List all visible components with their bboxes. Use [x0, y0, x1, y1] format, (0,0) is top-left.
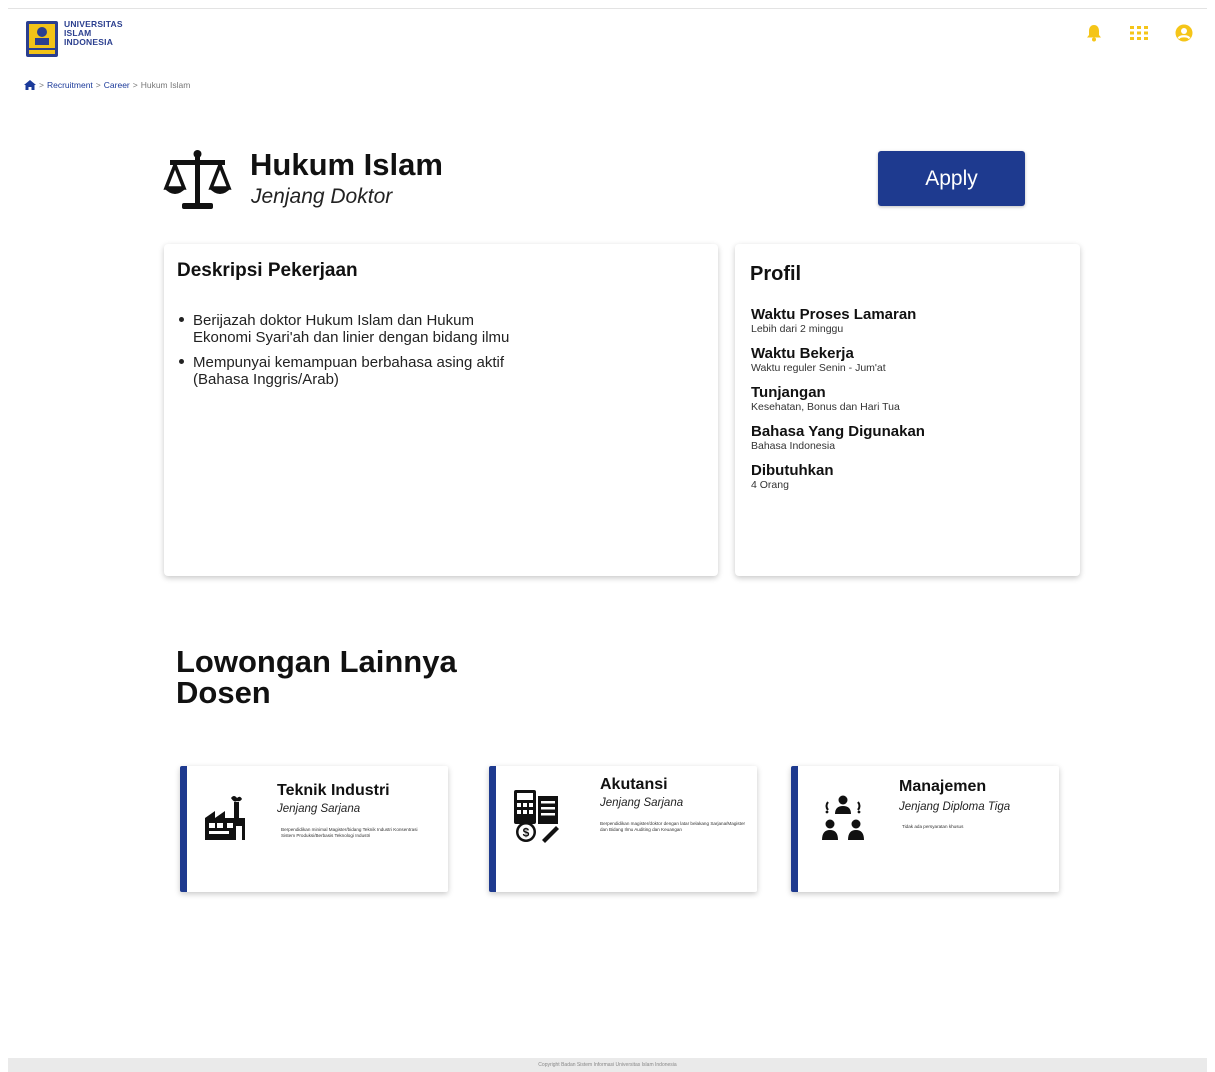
university-name: UNIVERSITAS ISLAM INDONESIA — [64, 20, 123, 47]
vacancy-level: Jenjang Sarjana — [277, 803, 361, 815]
profile-heading: Profil — [750, 263, 802, 285]
footer: Copyright Badan Sistem Informasi Univers… — [8, 1058, 1207, 1072]
breadcrumb-separator: > — [95, 80, 101, 90]
breadcrumb: > Recruitment > Career > Hukum Islam — [24, 80, 190, 90]
calculator-document-icon: $ — [512, 788, 562, 843]
job-description-card: Deskripsi Pekerjaan Berijazah doktor Huk… — [164, 244, 718, 576]
breadcrumb-separator: > — [39, 80, 44, 90]
profile-item-label: Waktu Bekerja — [751, 345, 854, 362]
breadcrumb-separator: > — [132, 80, 138, 90]
svg-text:$: $ — [523, 826, 530, 840]
profile-item: Dibutuhkan 4 Orang — [751, 462, 1071, 492]
header-actions — [1060, 22, 1195, 44]
profile-item: Tunjangan Kesehatan, Bonus dan Hari Tua — [751, 384, 1071, 414]
profile-item-value: Bahasa Indonesia — [751, 440, 836, 452]
home-icon[interactable] — [24, 80, 36, 90]
university-name-line3: INDONESIA — [64, 37, 114, 47]
list-item: Mempunyai kemampuan berbahasa asing akti… — [177, 354, 517, 388]
vacancy-title: Akutansi — [600, 776, 668, 793]
vacancy-level: Jenjang Sarjana — [600, 797, 684, 809]
profile-item-value: Lebih dari 2 minggu — [751, 323, 844, 335]
vacancy-card-manajemen[interactable]: Manajemen Jenjang Diploma Tiga Tidak ada… — [791, 766, 1059, 892]
profile-item-label: Dibutuhkan — [751, 462, 834, 479]
team-meeting-icon — [818, 792, 868, 842]
profile-list: Waktu Proses Lamaran Lebih dari 2 minggu… — [751, 306, 1071, 501]
profile-item-label: Tunjangan — [751, 384, 826, 401]
profile-item-value: Kesehatan, Bonus dan Hari Tua — [751, 401, 900, 413]
university-seal-icon — [25, 20, 59, 58]
list-item: Berijazah doktor Hukum Islam dan Hukum E… — [177, 312, 517, 346]
breadcrumb-career[interactable]: Career — [104, 80, 130, 90]
user-account-icon[interactable] — [1173, 22, 1195, 44]
job-title: Hukum Islam — [250, 147, 443, 182]
profile-item-label: Bahasa Yang Digunakan — [751, 423, 925, 440]
bell-icon[interactable] — [1083, 22, 1105, 44]
vacancy-card-akutansi[interactable]: $ Akutansi Jenjang Sarjana Berpendidikan… — [489, 766, 757, 892]
university-logo[interactable]: UNIVERSITAS ISLAM INDONESIA — [25, 20, 123, 58]
profile-item-value: Waktu reguler Senin - Jum'at — [751, 362, 886, 374]
vacancy-level: Jenjang Diploma Tiga — [899, 801, 1011, 813]
description-heading: Deskripsi Pekerjaan — [177, 260, 358, 281]
other-vacancies-title: Lowongan Lainnya Dosen — [176, 646, 457, 708]
vacancy-title: Manajemen — [899, 778, 987, 795]
profile-item: Waktu Proses Lamaran Lebih dari 2 minggu — [751, 306, 1071, 336]
factory-icon — [201, 792, 251, 842]
profile-item-value: 4 Orang — [751, 479, 789, 491]
vacancy-description: Berpendidikan magister/doktor dengan lat… — [600, 821, 746, 832]
vacancy-title: Teknik Industri — [277, 782, 390, 799]
apps-grid-icon[interactable] — [1128, 22, 1150, 44]
footer-copyright: Copyright Badan Sistem Informasi Univers… — [538, 1062, 677, 1068]
profile-item: Waktu Bekerja Waktu reguler Senin - Jum'… — [751, 345, 1071, 375]
breadcrumb-recruitment[interactable]: Recruitment — [47, 80, 93, 90]
scales-of-justice-icon — [162, 148, 232, 212]
description-list: Berijazah doktor Hukum Islam dan Hukum E… — [177, 312, 517, 396]
vacancy-card-teknik-industri[interactable]: Teknik Industri Jenjang Sarjana Berpendi… — [180, 766, 448, 892]
breadcrumb-current: Hukum Islam — [140, 80, 191, 90]
profile-item: Bahasa Yang Digunakan Bahasa Indonesia — [751, 423, 1071, 453]
vacancy-description: Tidak ada persyaratan khusus — [902, 824, 964, 829]
apply-button[interactable]: Apply — [878, 151, 1025, 206]
profile-item-label: Waktu Proses Lamaran — [751, 306, 917, 323]
other-vacancies-title-line1: Lowongan Lainnya — [176, 644, 457, 679]
other-vacancies-title-line2: Dosen — [176, 675, 271, 710]
vacancy-description: Berpendidikan minimal Magister/bidang Te… — [281, 827, 418, 838]
profile-card: Profil Waktu Proses Lamaran Lebih dari 2… — [735, 244, 1080, 576]
job-level: Jenjang Doktor — [251, 185, 393, 208]
